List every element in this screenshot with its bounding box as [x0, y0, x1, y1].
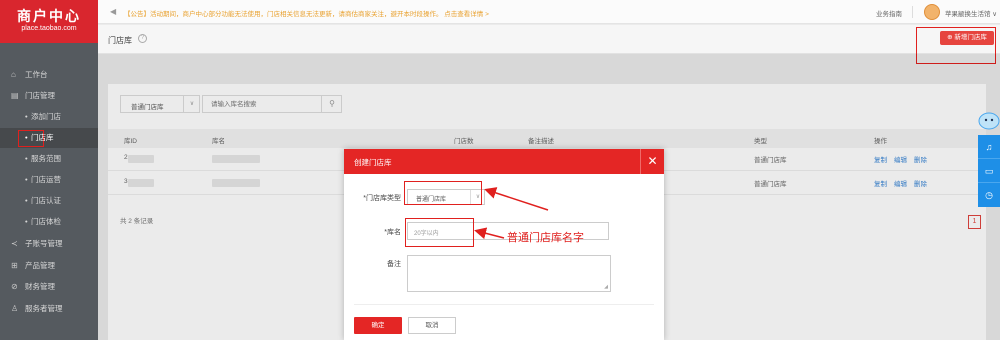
annotation-arrow	[484, 187, 549, 211]
annotation-label: 普通门店库名字	[507, 232, 584, 244]
annotation-arrows	[474, 187, 549, 240]
annotation-arrow	[474, 227, 505, 240]
